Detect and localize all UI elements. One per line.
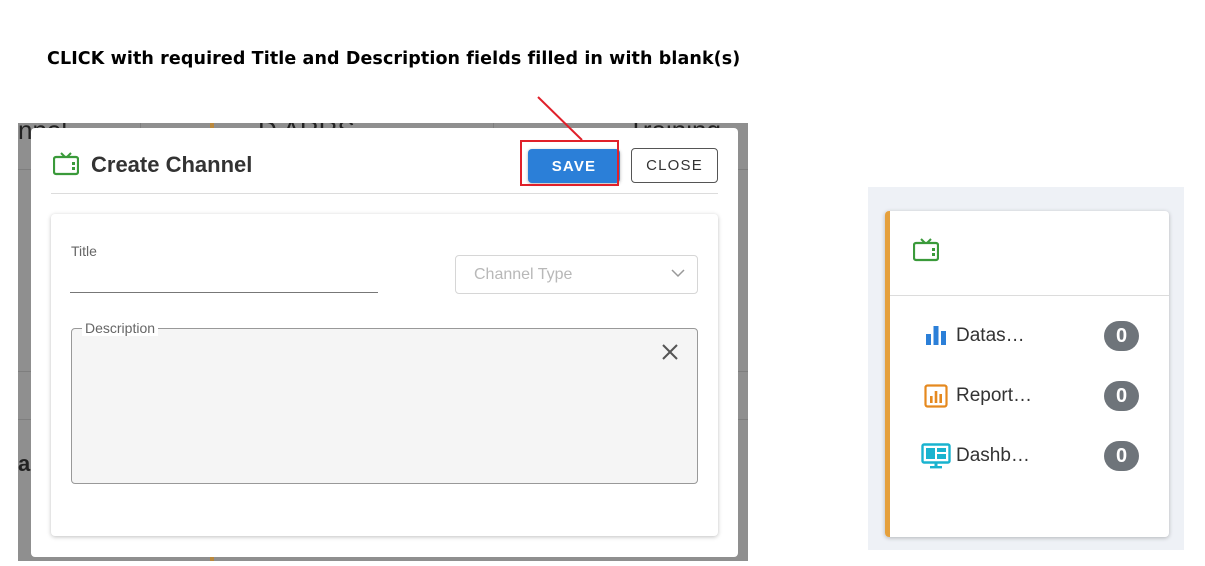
channel-card[interactable]: Datas… 0 Report… 0 Dashb… 0	[885, 211, 1169, 537]
dialog-header: Create Channel SAVE CLOSE	[31, 128, 738, 194]
stat-row-reports[interactable]: Report… 0	[921, 381, 1141, 411]
description-label: Description	[82, 320, 159, 336]
header-divider	[51, 193, 718, 194]
instruction-caption: CLICK with required Title and Descriptio…	[47, 49, 741, 69]
card-divider	[890, 295, 1169, 296]
tv-icon	[53, 152, 79, 176]
channel-form: Title Channel Type Description	[51, 214, 718, 536]
card-accent	[885, 211, 890, 537]
report-icon	[924, 384, 948, 408]
stat-row-dashboards[interactable]: Dashb… 0	[921, 441, 1141, 471]
description-field[interactable]: Description	[71, 320, 698, 484]
clear-icon[interactable]	[661, 343, 679, 361]
tv-icon	[913, 238, 939, 262]
backdrop-text: a	[18, 451, 31, 476]
bar-chart-icon	[926, 326, 946, 345]
count-badge: 0	[1104, 441, 1139, 471]
close-button[interactable]: CLOSE	[631, 148, 718, 183]
annotation-highlight	[520, 140, 619, 186]
stat-row-datasets[interactable]: Datas… 0	[921, 321, 1141, 351]
count-badge: 0	[1104, 381, 1139, 411]
title-input[interactable]	[70, 264, 378, 293]
stat-label: Datas…	[956, 325, 1025, 346]
stat-label: Dashb…	[956, 445, 1030, 466]
count-badge: 0	[1104, 321, 1139, 351]
dialog-title: Create Channel	[91, 152, 253, 177]
stat-label: Report…	[956, 385, 1033, 406]
title-label: Title	[71, 243, 97, 259]
channel-type-placeholder: Channel Type	[474, 266, 573, 283]
annotation-arrow	[537, 96, 583, 141]
channel-type-select[interactable]: Channel Type	[455, 255, 698, 294]
create-channel-dialog: Create Channel SAVE CLOSE Title Channel …	[31, 128, 738, 557]
dashboard-icon	[921, 443, 951, 469]
chevron-down-icon	[671, 269, 685, 278]
